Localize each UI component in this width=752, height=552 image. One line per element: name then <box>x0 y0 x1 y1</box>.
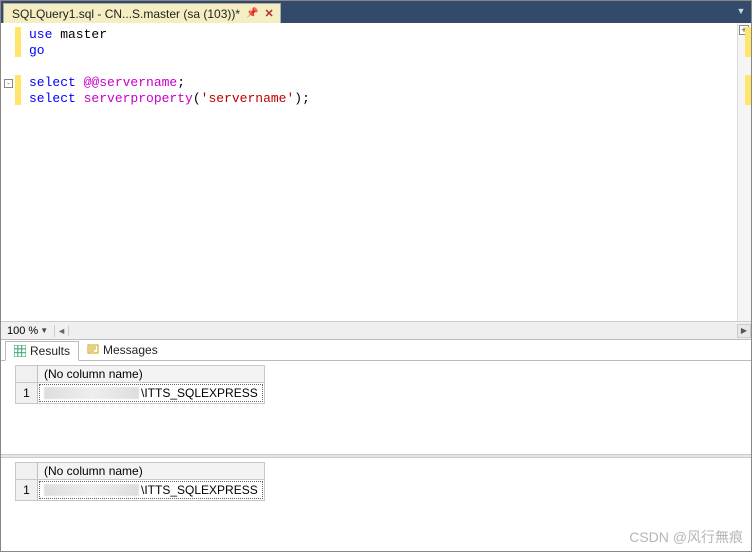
grid-corner[interactable] <box>16 366 38 383</box>
redacted-text <box>44 387 139 399</box>
grid-cell[interactable]: \ITTS_SQLEXPRESS <box>38 480 265 501</box>
row-number[interactable]: 1 <box>16 383 38 404</box>
editor-pane: - use master go select @@servername; sel… <box>1 23 751 339</box>
document-tab-bar: SQLQuery1.sql - CN...S.master (sa (103))… <box>1 1 751 23</box>
nav-left-icon[interactable]: ◄ <box>55 326 69 336</box>
column-header[interactable]: (No column name) <box>38 366 265 383</box>
table-row[interactable]: 1 \ITTS_SQLEXPRESS <box>16 383 265 404</box>
scroll-right-icon[interactable]: ▶ <box>737 324 751 338</box>
editor-overview-ruler: + <box>737 23 751 321</box>
grid-icon <box>14 345 26 357</box>
horizontal-scrollbar[interactable]: ▶ <box>69 324 751 338</box>
zoom-value: 100 % <box>7 325 38 337</box>
change-marker <box>15 27 21 57</box>
code-keyword: select <box>29 75 76 90</box>
code-string: 'servername' <box>201 91 295 106</box>
change-marker <box>745 75 751 105</box>
editor-status-row: 100 % ▼ ◄ ▶ <box>1 321 751 339</box>
pin-icon[interactable]: 📌 <box>246 8 258 19</box>
code-text: ); <box>294 91 310 106</box>
results-pane: (No column name) 1 \ITTS_SQLEXPRESS (No … <box>1 361 751 551</box>
tab-dropdown-icon[interactable]: ▼ <box>735 5 747 17</box>
change-marker <box>15 75 21 105</box>
code-keyword: use <box>29 27 52 42</box>
code-sysvar: @@servername <box>76 75 177 90</box>
outline-collapse-icon[interactable]: - <box>4 79 13 88</box>
cell-value: \ITTS_SQLEXPRESS <box>141 483 258 497</box>
result-grid[interactable]: (No column name) 1 \ITTS_SQLEXPRESS <box>15 365 265 404</box>
code-function: serverproperty <box>76 91 193 106</box>
change-marker <box>745 27 751 57</box>
document-tab[interactable]: SQLQuery1.sql - CN...S.master (sa (103))… <box>3 3 281 23</box>
results-tab[interactable]: Results <box>5 341 79 361</box>
zoom-selector[interactable]: 100 % ▼ <box>1 325 55 337</box>
code-text: ; <box>177 75 185 90</box>
cell-value: \ITTS_SQLEXPRESS <box>141 386 258 400</box>
messages-tab[interactable]: Messages <box>79 341 166 359</box>
grid-corner[interactable] <box>16 463 38 480</box>
result-grid[interactable]: (No column name) 1 \ITTS_SQLEXPRESS <box>15 462 265 501</box>
editor-gutter: - <box>1 23 23 321</box>
column-header[interactable]: (No column name) <box>38 463 265 480</box>
code-area[interactable]: use master go select @@servername; selec… <box>23 23 737 321</box>
grid-cell[interactable]: \ITTS_SQLEXPRESS <box>38 383 265 404</box>
code-text: ( <box>193 91 201 106</box>
table-row[interactable]: 1 \ITTS_SQLEXPRESS <box>16 480 265 501</box>
result-set-1: (No column name) 1 \ITTS_SQLEXPRESS <box>1 361 751 454</box>
code-text: master <box>52 27 107 42</box>
results-tab-label: Results <box>30 344 70 358</box>
sql-editor[interactable]: - use master go select @@servername; sel… <box>1 23 751 321</box>
messages-icon <box>87 344 99 356</box>
results-tabstrip: Results Messages <box>1 339 751 361</box>
redacted-text <box>44 484 139 496</box>
close-icon[interactable]: ✕ <box>265 7 274 20</box>
row-number[interactable]: 1 <box>16 480 38 501</box>
document-tab-title: SQLQuery1.sql - CN...S.master (sa (103))… <box>12 7 240 21</box>
scrollbar-track[interactable] <box>69 324 737 338</box>
code-keyword: select <box>29 91 76 106</box>
messages-tab-label: Messages <box>103 343 158 357</box>
chevron-down-icon: ▼ <box>40 326 48 335</box>
code-keyword: go <box>29 43 45 58</box>
result-set-2: (No column name) 1 \ITTS_SQLEXPRESS <box>1 458 751 551</box>
